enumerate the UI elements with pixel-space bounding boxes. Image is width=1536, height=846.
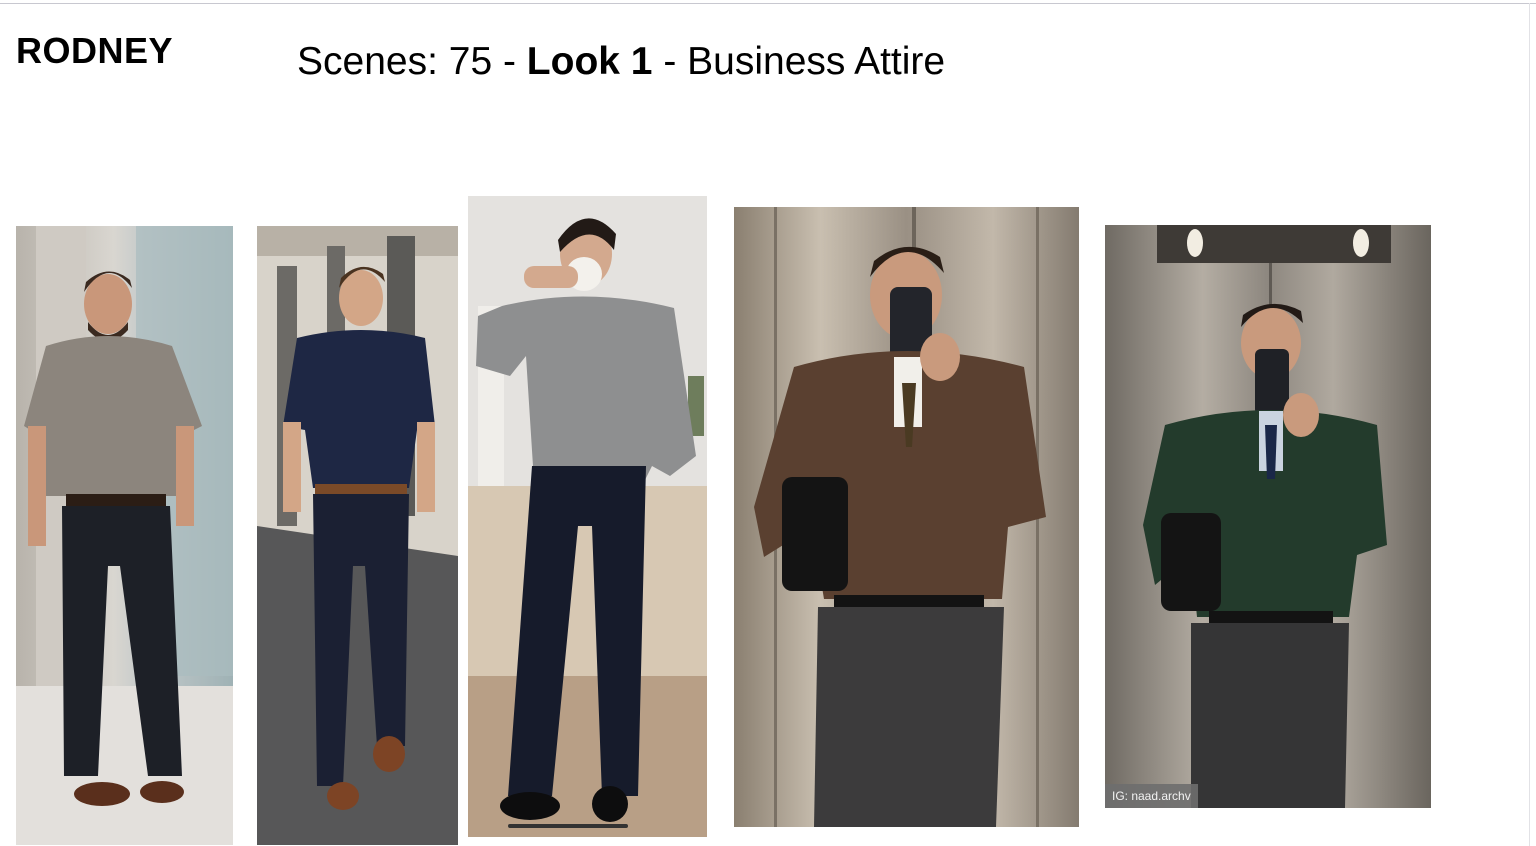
title-look: Look 1 [526, 40, 653, 83]
character-name: RODNEY [16, 30, 174, 71]
slide-right-border [1529, 3, 1530, 846]
slide-title: Scenes: 75 - Look 1 - Business Attire [297, 40, 945, 84]
title-prefix: Scenes: 75 - [297, 40, 527, 83]
slide-top-border [0, 3, 1536, 4]
reference-photo-2 [257, 226, 458, 845]
photo-credit: IG: naad.archv [1105, 784, 1198, 808]
reference-photo-1 [16, 226, 233, 845]
reference-photo-4 [734, 207, 1079, 827]
reference-photo-5: IG: naad.archv [1105, 225, 1431, 808]
title-suffix: - Business Attire [652, 40, 946, 83]
reference-photo-3 [468, 196, 707, 837]
